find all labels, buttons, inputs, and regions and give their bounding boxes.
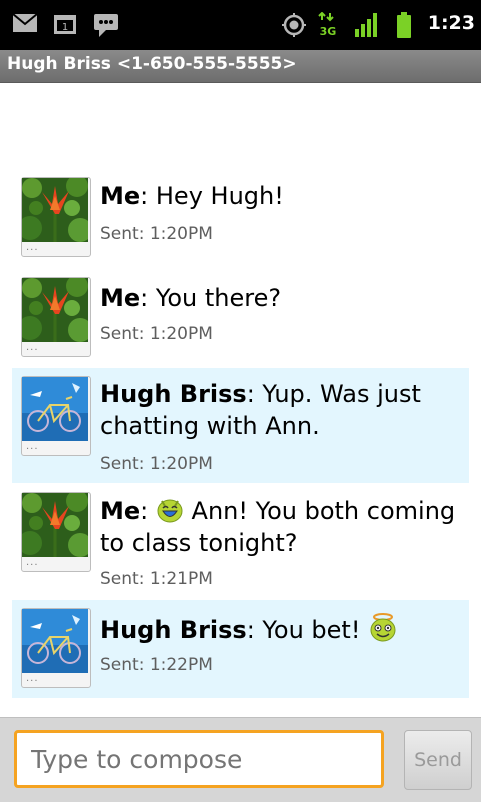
message-sender: Me <box>100 182 141 210</box>
message-item[interactable]: ... Hugh Briss: You bet! Sent: 1:22PM <box>12 600 469 698</box>
message-sender: Hugh Briss <box>100 380 247 408</box>
message-text: Me: Ann! You both coming to class tonigh… <box>100 495 461 559</box>
network-label: 3G <box>320 25 337 38</box>
message-body-before: : <box>140 497 156 525</box>
message-text: Me: Hey Hugh! <box>100 180 461 212</box>
status-bar: 1 3G 1:23 <box>0 0 481 50</box>
clock: 1:23 <box>427 12 475 34</box>
flower-photo <box>22 178 88 242</box>
compose-bar: Send <box>0 717 481 802</box>
send-button[interactable]: Send <box>404 730 472 790</box>
gps-icon <box>282 13 306 37</box>
avatar-more-dots: ... <box>26 557 39 568</box>
message-item[interactable]: ... Hugh Briss: Yup. Was just chatting w… <box>12 368 469 483</box>
flower-photo <box>22 493 88 557</box>
gmail-icon <box>12 13 38 32</box>
conversation-title: Hugh Briss <1-650-555-5555> <box>7 54 297 74</box>
avatar[interactable]: ... <box>21 277 91 357</box>
message-sender: Me <box>100 497 141 525</box>
svg-text:1: 1 <box>62 22 68 33</box>
flower-photo <box>22 278 88 342</box>
battery-icon <box>397 12 411 38</box>
calendar-icon: 1 <box>54 15 76 34</box>
bicycle-photo <box>22 609 88 673</box>
message-body: : You there? <box>140 284 282 312</box>
avatar[interactable]: ... <box>21 177 91 257</box>
avatar-more-dots: ... <box>26 673 39 684</box>
message-timestamp: Sent: 1:20PM <box>100 454 213 474</box>
message-item[interactable]: ... Me: Ann! You both coming to class to… <box>12 485 469 598</box>
message-body: : You bet! <box>246 616 369 644</box>
message-timestamp: Sent: 1:22PM <box>100 655 213 675</box>
3g-data-icon: 3G <box>318 12 337 38</box>
avatar[interactable]: ... <box>21 376 91 456</box>
angel-emoji <box>370 613 396 642</box>
avatar[interactable]: ... <box>21 492 91 572</box>
sms-icon <box>94 14 118 37</box>
signal-icon <box>355 13 377 37</box>
bicycle-photo <box>22 377 88 441</box>
compose-input[interactable] <box>14 730 384 788</box>
message-timestamp: Sent: 1:21PM <box>100 569 213 589</box>
avatar[interactable]: ... <box>21 608 91 688</box>
avatar-more-dots: ... <box>26 441 39 452</box>
message-text: Me: You there? <box>100 282 461 314</box>
message-sender: Me <box>100 284 141 312</box>
avatar-more-dots: ... <box>26 342 39 353</box>
message-text: Hugh Briss: You bet! <box>100 612 461 646</box>
conversation-header: Hugh Briss <1-650-555-5555> <box>0 50 481 83</box>
message-text: Hugh Briss: Yup. Was just chatting with … <box>100 378 461 442</box>
laughing-emoji <box>157 499 183 523</box>
message-item[interactable]: ... Me: Hey Hugh! Sent: 1:20PM <box>12 170 469 266</box>
message-body: : Hey Hugh! <box>140 182 284 210</box>
message-sender: Hugh Briss <box>100 616 247 644</box>
avatar-more-dots: ... <box>26 242 39 253</box>
message-item[interactable]: ... Me: You there? Sent: 1:20PM <box>12 270 469 366</box>
message-timestamp: Sent: 1:20PM <box>100 324 213 344</box>
message-timestamp: Sent: 1:20PM <box>100 224 213 244</box>
